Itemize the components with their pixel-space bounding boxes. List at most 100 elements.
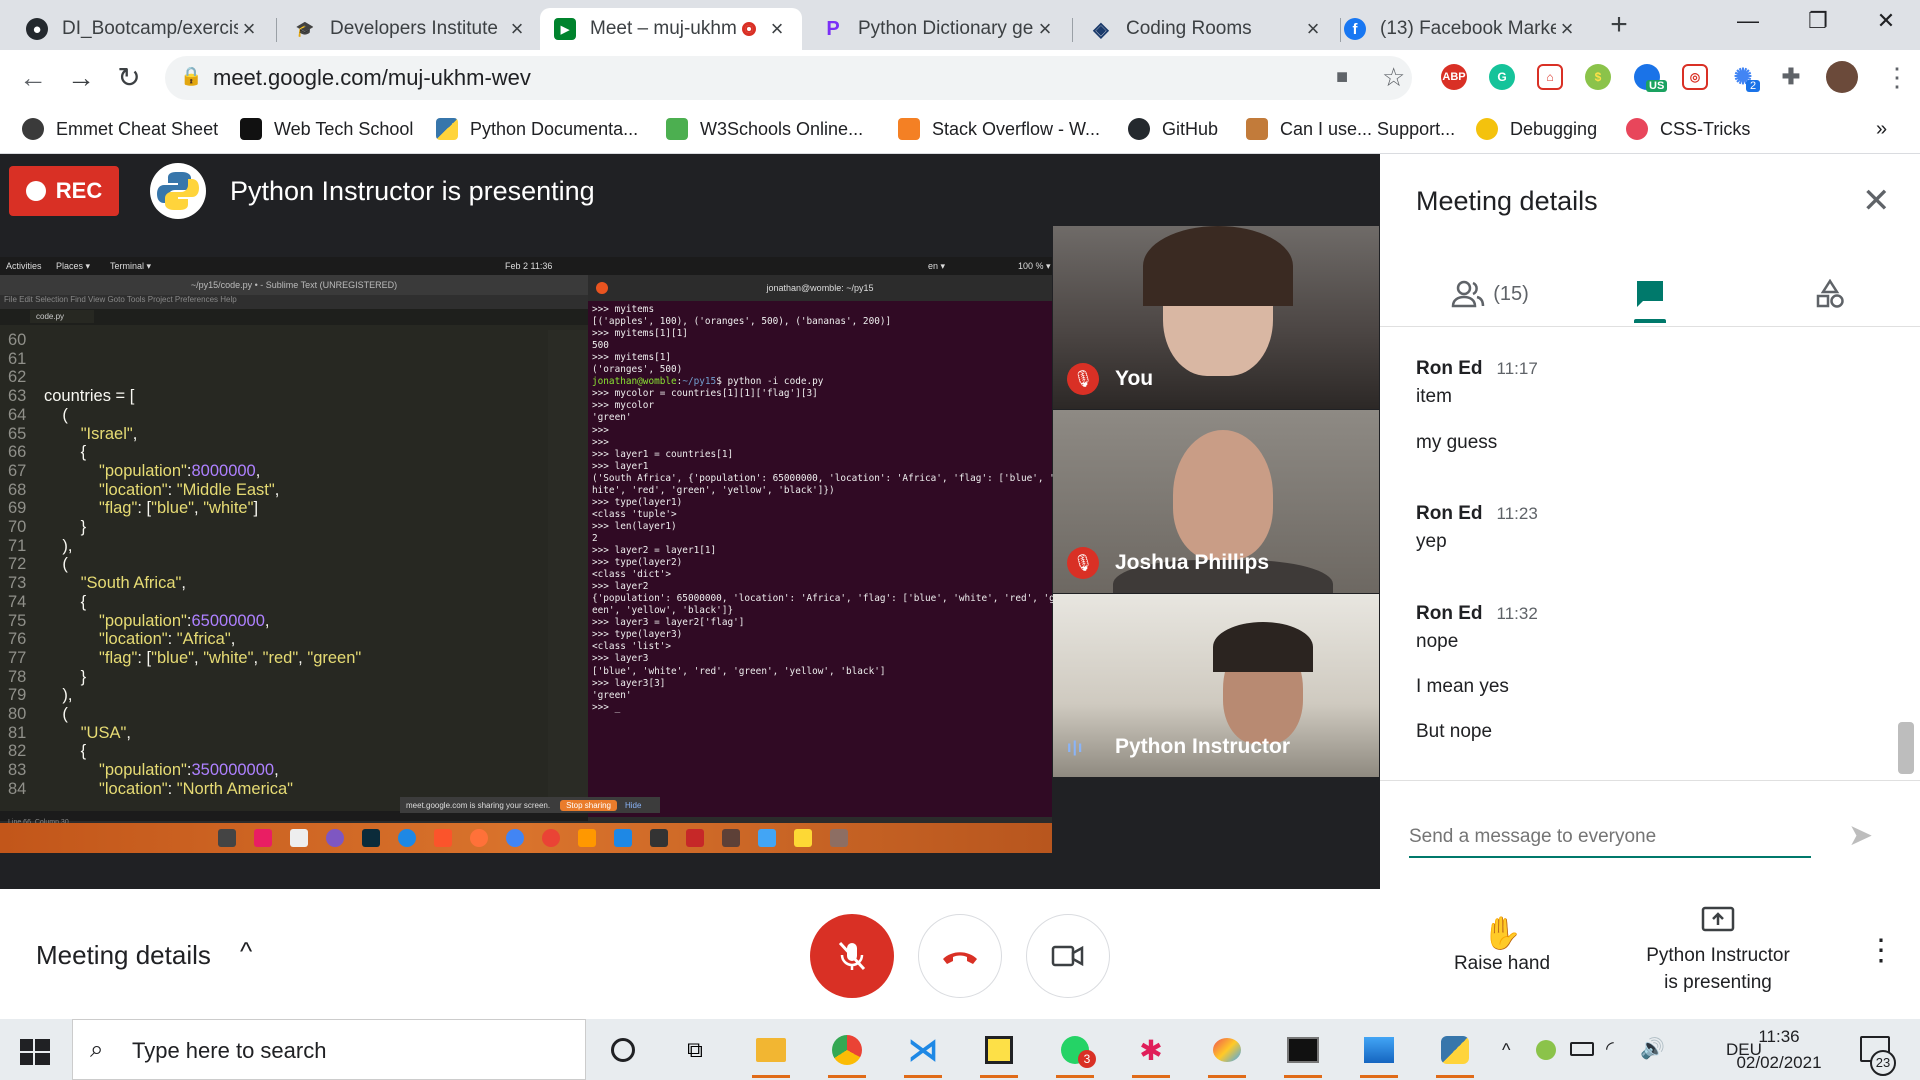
bookmark-star-icon[interactable]: ☆ — [1382, 62, 1405, 93]
close-window-button[interactable]: ✕ — [1854, 0, 1918, 42]
browser-menu-icon[interactable]: ⋮ — [1884, 62, 1910, 93]
whatsapp-icon[interactable]: 3 — [1056, 1032, 1096, 1078]
tab-chat[interactable] — [1610, 264, 1690, 324]
minimize-button[interactable]: — — [1716, 0, 1780, 42]
speaking-indicator-icon: ı|ı — [1067, 739, 1084, 756]
tab-facebook[interactable]: f (13) Facebook Marke × — [1330, 8, 1592, 50]
restore-button[interactable]: ❐ — [1786, 0, 1850, 42]
chat-message-input[interactable]: Send a message to everyone — [1409, 816, 1811, 858]
reload-button[interactable]: ↻ — [112, 62, 146, 96]
code-text: "flag": ["blue", "white"] — [99, 499, 259, 518]
wifi-icon[interactable]: ◜ — [1606, 1036, 1614, 1061]
camera-toggle-button[interactable] — [1026, 914, 1110, 998]
vscode-icon[interactable]: ⋊ — [904, 1032, 942, 1078]
bookmark-w3schools[interactable]: W3Schools Online... — [666, 114, 863, 144]
stop-sharing-button[interactable]: Stop sharing — [560, 799, 617, 811]
volume-icon[interactable]: 🔊 — [1640, 1036, 1665, 1061]
paint-icon[interactable] — [1208, 1032, 1246, 1078]
pocket-icon[interactable]: ⌂ — [1537, 64, 1563, 90]
search-placeholder[interactable]: Type here to search — [132, 1038, 326, 1064]
tab-python-dictionary[interactable]: P Python Dictionary ge × — [808, 8, 1070, 50]
taskbar-clock[interactable]: 11:36 02/02/2021 — [1734, 1024, 1824, 1076]
participant-tile-you[interactable]: 🎙 You — [1053, 226, 1379, 409]
chat-scrollbar[interactable] — [1898, 722, 1914, 774]
back-button[interactable]: ← — [16, 62, 50, 96]
forward-button[interactable]: → — [64, 62, 98, 96]
code-line: 80 ( — [0, 705, 68, 724]
terminal-icon — [650, 829, 668, 847]
camera-in-use-icon[interactable]: ■ — [1336, 66, 1348, 89]
adblock-plus-icon[interactable]: ABP — [1441, 64, 1467, 90]
leave-call-button[interactable] — [918, 914, 1002, 998]
bookmark-css-tricks[interactable]: CSS-Tricks — [1626, 114, 1750, 144]
photos-icon[interactable] — [1360, 1032, 1398, 1078]
terminal-close-icon — [596, 282, 608, 294]
battery-icon[interactable] — [1570, 1042, 1594, 1056]
hide-button[interactable]: Hide — [625, 801, 641, 810]
profile-avatar[interactable] — [1826, 61, 1858, 93]
cortana-icon[interactable] — [604, 1032, 642, 1068]
bookmark-python-docs[interactable]: Python Documenta... — [436, 114, 638, 144]
line-number: 65 — [8, 424, 27, 443]
grammarly-icon[interactable]: G — [1489, 64, 1515, 90]
presenting-label-line1: Python Instructor — [1646, 945, 1790, 966]
close-tab-icon[interactable]: × — [1556, 16, 1578, 42]
code-text: ), — [44, 686, 73, 705]
screenshot-icon[interactable]: ◎ — [1682, 64, 1708, 90]
slack-icon[interactable]: ✱ — [1132, 1032, 1170, 1078]
chevron-up-icon[interactable]: ^ — [240, 936, 252, 967]
tab-coding-rooms[interactable]: ◈ Coding Rooms × — [1076, 8, 1338, 50]
active-tab-indicator — [1634, 319, 1666, 323]
terminal-icon[interactable] — [1284, 1032, 1322, 1078]
app-icon — [398, 829, 416, 847]
mic-toggle-button[interactable] — [810, 914, 894, 998]
editor-title: ~/py15/code.py • - Sublime Text (UNREGIS… — [0, 275, 588, 295]
url-text[interactable]: meet.google.com/muj-ukhm-wev — [213, 65, 531, 91]
close-tab-icon[interactable]: × — [1302, 16, 1324, 42]
bookmark-can-i-use[interactable]: Can I use... Support... — [1246, 114, 1455, 144]
close-tab-icon[interactable]: × — [1034, 16, 1056, 42]
panel-title: Meeting details — [1416, 186, 1598, 216]
present-screen-icon — [1701, 906, 1735, 932]
bookmark-emmet[interactable]: Emmet Cheat Sheet — [22, 114, 218, 144]
tab-people[interactable]: (15) — [1420, 264, 1560, 324]
tab-github[interactable]: ● DI_Bootcamp/exercis × — [12, 8, 274, 50]
close-tab-icon[interactable]: × — [506, 16, 528, 42]
show-hidden-icons-icon[interactable]: ^ — [1502, 1040, 1510, 1061]
tray-app-icon[interactable] — [1536, 1040, 1556, 1060]
close-panel-icon[interactable]: ✕ — [1862, 184, 1891, 218]
chrome-icon[interactable] — [828, 1032, 866, 1078]
more-bookmarks-icon[interactable]: » — [1876, 114, 1887, 144]
presentation-button[interactable]: Python Instructor is presenting — [1620, 906, 1816, 996]
line-number: 73 — [8, 574, 27, 593]
raise-hand-button[interactable]: ✋ Raise hand — [1440, 913, 1564, 975]
web-tech-school-icon — [240, 118, 262, 140]
bookmark-debugging[interactable]: Debugging — [1476, 114, 1597, 144]
participant-tile-joshua[interactable]: 🎙 Joshua Phillips — [1053, 410, 1379, 593]
send-icon[interactable]: ➤ — [1848, 818, 1873, 853]
app-icon — [758, 829, 776, 847]
meeting-details-button[interactable]: Meeting details — [36, 940, 211, 971]
extensions-puzzle-icon[interactable]: ✚ — [1778, 64, 1804, 90]
close-tab-icon[interactable]: × — [766, 16, 788, 42]
dollar-extension-icon[interactable]: $ — [1585, 64, 1611, 90]
windows-start-icon[interactable] — [18, 1037, 52, 1067]
bookmark-stack-overflow[interactable]: Stack Overflow - W... — [898, 114, 1100, 144]
new-tab-button[interactable]: + — [1604, 10, 1634, 40]
tab-developers-institute[interactable]: 🎓 Developers Institute × — [280, 8, 542, 50]
terminal-line: <class 'dict'> — [592, 569, 672, 581]
bookmark-github[interactable]: GitHub — [1128, 114, 1218, 144]
bookmark-web-tech-school[interactable]: Web Tech School — [240, 114, 413, 144]
close-tab-icon[interactable]: × — [238, 16, 260, 42]
terminal-label: Terminal ▾ — [110, 261, 152, 271]
line-number: 60 — [8, 331, 27, 349]
tab-activities[interactable] — [1790, 264, 1870, 324]
more-options-icon[interactable]: ⋮ — [1866, 936, 1896, 966]
task-view-icon[interactable]: ⧉ — [676, 1032, 714, 1068]
participant-tile-python-instructor[interactable]: ı|ı Python Instructor — [1053, 594, 1379, 777]
file-explorer-icon[interactable] — [752, 1032, 790, 1078]
tab-meet[interactable]: ▶ Meet – muj-ukhm × — [540, 8, 802, 50]
sender-name: Ron Ed — [1416, 603, 1483, 624]
python-icon[interactable] — [1436, 1032, 1474, 1078]
sticky-notes-icon[interactable] — [980, 1032, 1018, 1078]
